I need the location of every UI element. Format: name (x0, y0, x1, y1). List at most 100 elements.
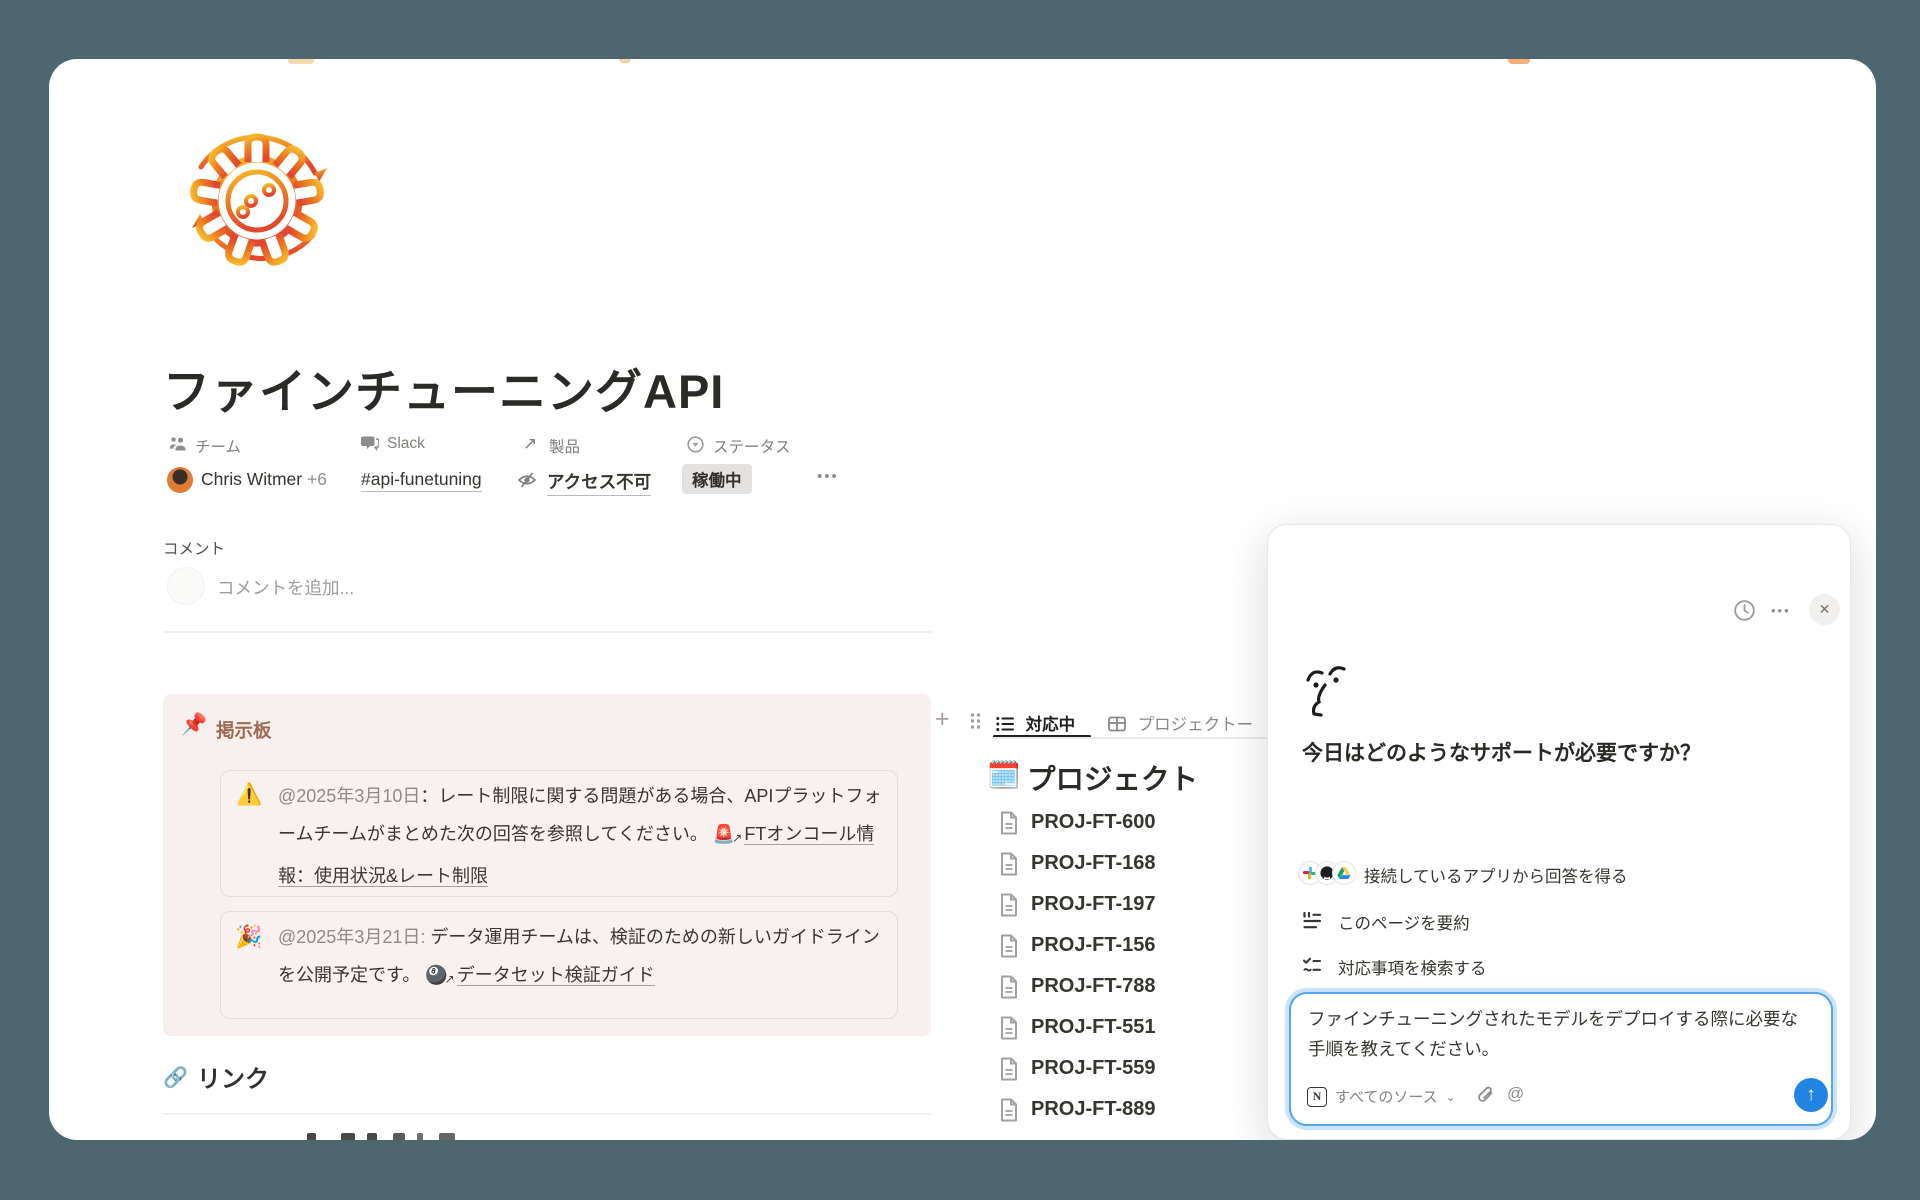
suggestion-summarize-page[interactable]: このページを要約 (1302, 908, 1822, 938)
paperclip-icon (1477, 1086, 1496, 1106)
history-clock-icon[interactable] (1733, 599, 1756, 627)
page-doc-icon (999, 811, 1019, 840)
clipped-content-fragment (619, 59, 631, 63)
tab-bar-divider (993, 737, 1285, 739)
bulletin-title: 掲示板 (216, 717, 272, 743)
checklist-search-icon (1302, 956, 1322, 980)
date-mention[interactable]: @2025年3月10日 (278, 786, 420, 806)
bulletin-board-panel: 📌 掲示板 ⚠️ @2025年3月10日：レート制限に関する問題がある場合、AP… (163, 694, 931, 1036)
notion-logo-icon: N (1307, 1087, 1327, 1107)
comment-input[interactable]: コメントを追加... (217, 575, 354, 600)
page-link-arrow-icon: ↗ (732, 831, 742, 845)
notion-ai-face-logo (1302, 663, 1350, 722)
chat-bubbles-icon (361, 435, 379, 457)
prop-label-product[interactable]: 製品 (549, 435, 580, 457)
page-doc-icon (999, 934, 1019, 963)
database-title: プロジェクト (1027, 757, 1198, 798)
ai-input-text[interactable]: ファインチューニングされたモデルをデプロイする際に必要な手順を教えてください。 (1308, 1004, 1808, 1064)
page-doc-icon (999, 1057, 1019, 1086)
chevron-down-icon: ⌄ (1446, 1090, 1456, 1104)
list-item[interactable]: PROJ-FT-788 (1031, 975, 1155, 998)
page-link-arrow-icon: ↗ (445, 972, 455, 986)
panel-close-button[interactable]: ✕ (1809, 594, 1840, 625)
add-view-button[interactable]: + (935, 705, 950, 734)
source-label: すべてのソース (1335, 1086, 1438, 1107)
list-item[interactable]: PROJ-FT-889 (1031, 1098, 1155, 1121)
party-popper-icon: 🎉 (235, 924, 262, 950)
divider (163, 1113, 931, 1115)
list-item[interactable]: PROJ-FT-156 (1031, 934, 1155, 957)
suggestion-connected-apps[interactable]: 接続しているアプリから回答を得る (1298, 861, 1818, 891)
links-section-title: リンク (197, 1059, 269, 1094)
suggestion-label: 接続しているアプリから回答を得る (1364, 863, 1628, 887)
send-button[interactable]: ↑ (1794, 1078, 1828, 1112)
page-title: ファインチューニングAPI (163, 353, 724, 422)
source-selector[interactable]: N すべてのソース ⌄ (1307, 1086, 1456, 1107)
ai-input-card[interactable]: ファインチューニングされたモデルをデプロイする際に必要な手順を教えてください。 … (1289, 992, 1833, 1126)
drag-handle[interactable] (969, 712, 982, 735)
slack-channel-link[interactable]: #api-funetuning (361, 469, 482, 492)
ne-arrow-icon: ↗ (523, 434, 537, 454)
suggestion-search-actions[interactable]: 対応事項を検索する (1302, 953, 1822, 983)
date-mention[interactable]: @2025年3月21日: (278, 927, 425, 947)
link-emoji-icon: 🔗 (163, 1065, 188, 1090)
ai-assistant-panel: ••• ✕ 今日はどのようなサポートが必要ですか？ (1267, 524, 1851, 1140)
send-arrow-icon: ↑ (1806, 1084, 1816, 1106)
desktop-background: ファインチューニングAPI チーム Slack ↗ 製品 ステータス Chris… (0, 0, 1920, 1200)
ai-greeting-heading: 今日はどのようなサポートが必要ですか？ (1302, 737, 1701, 767)
list-view-icon (996, 718, 1019, 736)
tab-label: 対応中 (1026, 716, 1076, 734)
page-doc-icon (999, 852, 1019, 881)
status-select-icon (687, 436, 704, 458)
product-access-link[interactable]: アクセス不可 (547, 469, 651, 496)
page-icon[interactable] (177, 121, 337, 286)
notion-page-card: ファインチューニングAPI チーム Slack ↗ 製品 ステータス Chris… (49, 59, 1876, 1140)
comment-avatar-placeholder (167, 567, 205, 605)
clipped-content-fragment (288, 59, 314, 64)
member-extra-count: +6 (307, 469, 327, 489)
calendar-emoji-icon: 🗓️ (987, 759, 1021, 791)
dataset-guide-page-link[interactable]: データセット検証ガイド (457, 965, 655, 986)
more-properties-button[interactable]: ••• (817, 468, 839, 485)
tab-label: プロジェクトー (1138, 716, 1254, 734)
suggestion-label: 対応事項を検索する (1338, 955, 1487, 979)
page-doc-icon (999, 893, 1019, 922)
panel-more-button[interactable]: ••• (1771, 603, 1791, 618)
callout-rate-limit: ⚠️ @2025年3月10日：レート制限に関する問題がある場合、APIプラットフ… (220, 770, 898, 897)
list-item[interactable]: PROJ-FT-197 (1031, 893, 1155, 916)
mention-button[interactable]: @ (1507, 1084, 1524, 1104)
list-item[interactable]: PROJ-FT-168 (1031, 852, 1155, 875)
list-item[interactable]: PROJ-FT-559 (1031, 1057, 1155, 1080)
status-badge[interactable]: 稼働中 (682, 464, 752, 494)
pushpin-icon: 📌 (181, 713, 207, 737)
eye-off-icon (517, 470, 537, 495)
notion-letter: N (1313, 1089, 1322, 1104)
member-name: Chris Witmer (201, 469, 302, 489)
comments-label: コメント (163, 537, 225, 559)
suggestion-label: このページを要約 (1338, 910, 1470, 934)
table-view-icon (1108, 718, 1131, 736)
page-doc-icon (999, 1098, 1019, 1127)
list-item[interactable]: PROJ-FT-600 (1031, 811, 1155, 834)
team-icon (169, 436, 187, 457)
page-doc-icon (999, 1016, 1019, 1045)
prop-label-team[interactable]: チーム (195, 435, 241, 457)
callout-text: @2025年3月21日: データ運用チームは、検証のための新しいガイドラインを公… (278, 918, 884, 998)
gear-tuning-icon (177, 121, 337, 281)
list-item[interactable]: PROJ-FT-551 (1031, 1016, 1155, 1039)
callout-text: @2025年3月10日：レート制限に関する問題がある場合、APIプラットフォーム… (278, 777, 884, 895)
tab-project-tracker[interactable]: プロジェクトー (1108, 711, 1253, 737)
warning-icon: ⚠️ (236, 783, 262, 807)
summarize-icon (1302, 911, 1322, 935)
page-doc-icon (999, 975, 1019, 1004)
team-member-value[interactable]: Chris Witmer +6 (201, 469, 327, 490)
prop-label-slack[interactable]: Slack (387, 435, 425, 453)
avatar[interactable] (167, 467, 193, 493)
attach-file-button[interactable] (1477, 1086, 1496, 1111)
clipped-content-fragment (1508, 59, 1530, 64)
divider (163, 631, 931, 633)
google-drive-app-icon (1332, 861, 1356, 885)
tab-active-list-view[interactable]: 対応中 (996, 711, 1075, 737)
close-icon: ✕ (1819, 601, 1831, 618)
prop-label-status[interactable]: ステータス (713, 435, 791, 457)
